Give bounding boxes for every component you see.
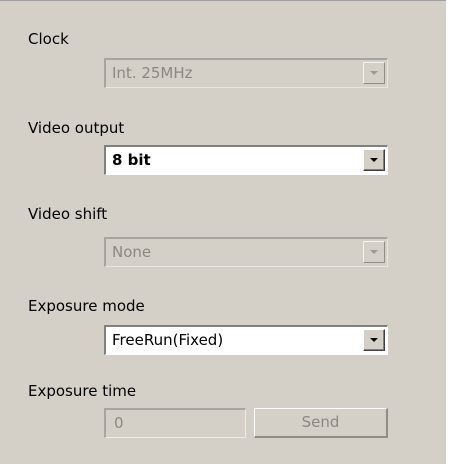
exposure-mode-label: Exposure mode <box>28 297 145 315</box>
video-shift-label: Video shift <box>28 205 108 223</box>
clock-dropdown: Int. 25MHz <box>104 58 388 88</box>
send-button: Send <box>254 408 388 438</box>
exposure-mode-dropdown-arrow-icon[interactable] <box>363 329 385 351</box>
video-output-dropdown-arrow-icon[interactable] <box>363 149 385 171</box>
video-output-selected-value: 8 bit <box>112 151 151 169</box>
video-output-label: Video output <box>28 119 125 137</box>
clock-selected-value: Int. 25MHz <box>112 64 193 82</box>
video-shift-selected-value: None <box>112 243 152 261</box>
exposure-time-label: Exposure time <box>28 382 137 400</box>
exposure-mode-dropdown[interactable]: FreeRun(Fixed) <box>104 325 388 355</box>
exposure-time-input: 0 <box>104 408 246 438</box>
clock-label: Clock <box>28 30 69 48</box>
video-shift-dropdown: None <box>104 237 388 267</box>
clock-dropdown-arrow-icon <box>363 62 385 84</box>
exposure-mode-selected-value: FreeRun(Fixed) <box>112 331 224 349</box>
window-edge <box>446 0 462 464</box>
exposure-time-value: 0 <box>114 414 124 432</box>
video-shift-dropdown-arrow-icon <box>363 241 385 263</box>
video-output-dropdown[interactable]: 8 bit <box>104 145 388 175</box>
settings-panel: Clock Int. 25MHz Video output 8 bit Vide… <box>0 0 446 464</box>
